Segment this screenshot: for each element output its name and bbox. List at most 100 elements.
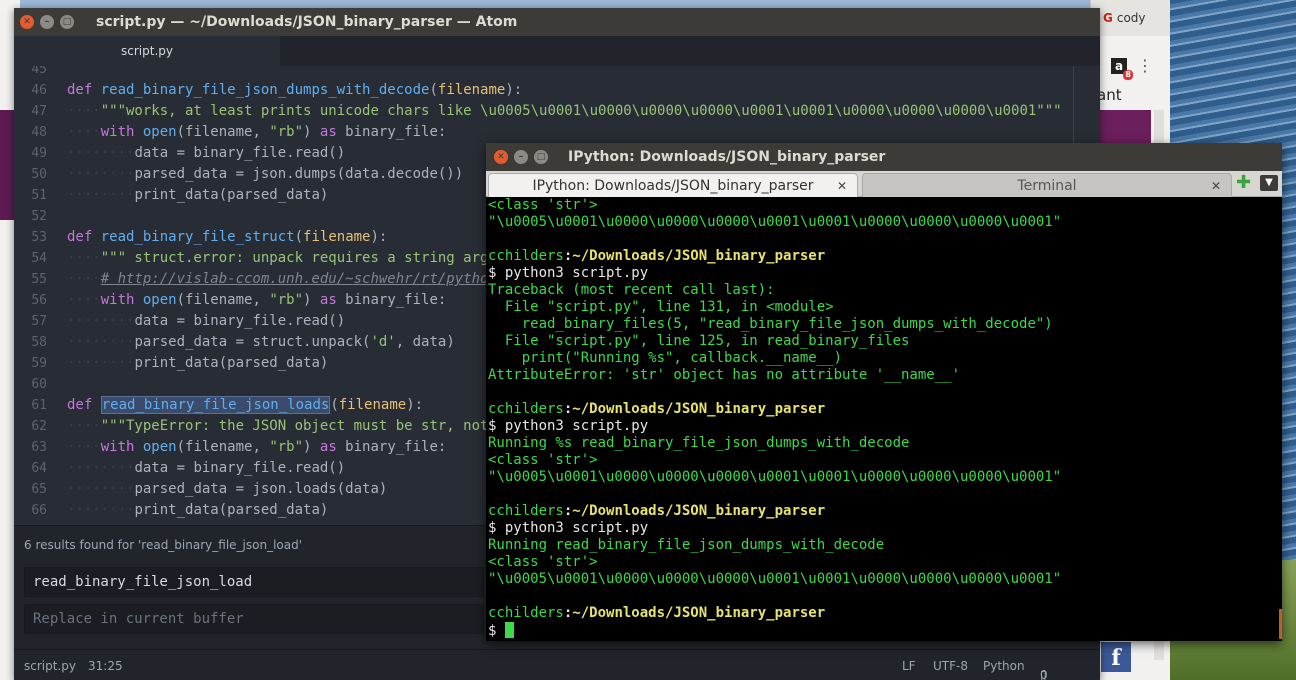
browser-extensions: a8 ⋮ xyxy=(1111,56,1153,80)
line-number: 49 xyxy=(31,146,47,161)
prompt-dollar: $ xyxy=(488,623,505,639)
terminal-tabbar: IPython: Downloads/JSON_binary_parser ✕ … xyxy=(486,171,1282,197)
terminal-line: $ python3 script.py xyxy=(488,418,1282,435)
status-encoding[interactable]: UTF-8 xyxy=(933,659,968,673)
status-file[interactable]: script.py xyxy=(24,659,76,673)
line-number: 48 xyxy=(31,125,47,140)
code-text: def read_binary_file_struct(filename): xyxy=(67,229,388,245)
new-tab-icon[interactable]: ✚ xyxy=(1236,174,1251,192)
code-line[interactable]: 47 ····"""works, at least prints unicode … xyxy=(14,101,1100,122)
code-text: ····with open(filename, "rb") as binary_… xyxy=(67,124,447,140)
chevron-down-icon[interactable]: ▼ xyxy=(1260,175,1278,191)
code-text: def read_binary_file_json_dumps_with_dec… xyxy=(67,82,523,98)
line-number: 51 xyxy=(31,188,47,203)
minimize-icon[interactable]: – xyxy=(514,150,528,164)
terminal-window-title: IPython: Downloads/JSON_binary_parser xyxy=(568,149,886,165)
line-number: 66 xyxy=(31,503,47,518)
terminal-line: Running %s read_binary_file_json_dumps_w… xyxy=(488,435,910,451)
terminal-line: <class 'str'> xyxy=(488,554,598,570)
line-number: 54 xyxy=(31,251,47,266)
terminal-line: File "script.py", line 125, in read_bina… xyxy=(488,333,910,349)
line-number: 53 xyxy=(31,230,47,245)
line-number: 58 xyxy=(31,335,47,350)
code-line[interactable]: 46 def read_binary_file_json_dumps_with_d… xyxy=(14,80,1100,101)
command-text: $ python3 script.py xyxy=(488,265,649,281)
atom-titlebar[interactable]: ✕ – □ script.py — ~/Downloads/JSON_binar… xyxy=(14,8,1100,36)
facebook-icon[interactable]: f xyxy=(1101,642,1131,672)
maximize-icon[interactable]: □ xyxy=(534,150,548,164)
code-text: ········print_data(parsed_data) xyxy=(67,355,329,371)
code-text: ········parsed_data = json.loads(data) xyxy=(67,481,388,497)
code-text: ····with open(filename, "rb") as binary_… xyxy=(67,439,447,455)
terminal-line: "\u0005\u0001\u0000\u0000\u0000\u0001\u0… xyxy=(488,571,1062,587)
prompt-path: ~/Downloads/JSON_binary_parser xyxy=(572,248,826,264)
terminal-line: read_binary_files(5, "read_binary_file_j… xyxy=(488,316,1053,332)
line-number: 47 xyxy=(31,104,47,119)
terminal-line: <class 'str'> xyxy=(488,452,598,468)
code-line[interactable]: 48 ····with open(filename, "rb") as binar… xyxy=(14,122,1100,143)
line-number: 59 xyxy=(31,356,47,371)
code-line[interactable]: 45 xyxy=(14,66,1100,80)
status-cursor-position[interactable]: 31:25 xyxy=(88,659,123,673)
close-tab-icon[interactable]: ✕ xyxy=(837,179,847,193)
tab-terminal[interactable]: Terminal ✕ xyxy=(862,173,1232,197)
atom-tabbar: script.py xyxy=(14,36,1100,66)
terminal-line: Running read_binary_file_json_dumps_with… xyxy=(488,537,885,553)
close-icon[interactable]: ✕ xyxy=(494,150,508,164)
maximize-icon[interactable]: □ xyxy=(60,15,74,29)
browser-page-text: ant xyxy=(1097,86,1122,104)
code-text: ····with open(filename, "rb") as binary_… xyxy=(67,292,447,308)
close-icon[interactable]: ✕ xyxy=(20,15,34,29)
amazon-extension-icon[interactable]: a8 xyxy=(1111,57,1133,80)
terminal-line: cchilders:~/Downloads/JSON_binary_parser xyxy=(488,248,1282,265)
atom-window-title: script.py — ~/Downloads/JSON_binary_pars… xyxy=(96,14,518,30)
terminal-line: File "script.py", line 131, in <module> xyxy=(488,299,834,315)
tab-ipython[interactable]: IPython: Downloads/JSON_binary_parser ✕ xyxy=(488,173,858,197)
find-input[interactable]: read_binary_file_json_load xyxy=(24,567,484,597)
terminal-output[interactable]: <class 'str'> "\u0005\u0001\u0000\u0000\u… xyxy=(486,197,1282,641)
line-number: 61 xyxy=(31,398,47,413)
code-text: def read_binary_file_json_loads(filename… xyxy=(67,396,424,414)
line-number: 45 xyxy=(31,66,47,77)
atom-statusbar: script.py 31:25 LF UTF-8 Python ▯ 0 file… xyxy=(14,649,1100,680)
terminal-line: AttributeError: 'str' object has no attr… xyxy=(488,367,961,383)
prompt-user: cchilders xyxy=(488,605,564,621)
status-grammar[interactable]: Python xyxy=(983,659,1025,673)
prompt-user: cchilders xyxy=(488,503,564,519)
find-results-info: 6 results found for 'read_binary_file_js… xyxy=(24,538,303,552)
terminal-scroll-indicator[interactable] xyxy=(1279,609,1282,639)
prompt-user: cchilders xyxy=(488,248,564,264)
browser-topbar: G cody xyxy=(1091,0,1170,36)
prompt-user: cchilders xyxy=(488,401,564,417)
line-number: 50 xyxy=(31,167,47,182)
prompt-path: ~/Downloads/JSON_binary_parser xyxy=(572,503,826,519)
tab-terminal-label: Terminal xyxy=(1017,177,1077,194)
amazon-badge: 8 xyxy=(1123,69,1133,80)
line-number: 62 xyxy=(31,419,47,434)
line-number: 60 xyxy=(31,377,47,392)
menu-dots-icon[interactable]: ⋮ xyxy=(1137,56,1153,75)
terminal-titlebar[interactable]: ✕ – □ IPython: Downloads/JSON_binary_par… xyxy=(486,143,1282,171)
code-text: ········data = binary_file.read() xyxy=(67,313,346,329)
status-line-ending[interactable]: LF xyxy=(902,659,916,673)
tab-ipython-label: IPython: Downloads/JSON_binary_parser xyxy=(532,177,814,194)
terminal-line: $ xyxy=(488,622,1282,639)
minimize-icon[interactable]: – xyxy=(40,15,54,29)
terminal-line: cchilders:~/Downloads/JSON_binary_parser xyxy=(488,401,1282,418)
terminal-line: cchilders:~/Downloads/JSON_binary_parser xyxy=(488,503,1282,520)
line-number: 63 xyxy=(31,440,47,455)
browser-user[interactable]: cody xyxy=(1117,11,1146,25)
code-text: ········parsed_data = json.dumps(data.de… xyxy=(67,166,464,182)
code-text: ········print_data(parsed_data) xyxy=(67,502,329,518)
close-tab-icon[interactable]: ✕ xyxy=(1211,179,1221,193)
terminal-line: cchilders:~/Downloads/JSON_binary_parser xyxy=(488,605,1282,622)
terminal-line: $ python3 script.py xyxy=(488,265,1282,282)
line-number: 55 xyxy=(31,272,47,287)
line-number: 64 xyxy=(31,461,47,476)
terminal-line: "\u0005\u0001\u0000\u0000\u0000\u0001\u0… xyxy=(488,214,1062,230)
tab-script-py[interactable]: script.py xyxy=(14,36,280,66)
replace-input[interactable]: Replace in current buffer xyxy=(24,604,484,634)
code-text: ····"""works, at least prints unicode ch… xyxy=(67,103,1062,119)
